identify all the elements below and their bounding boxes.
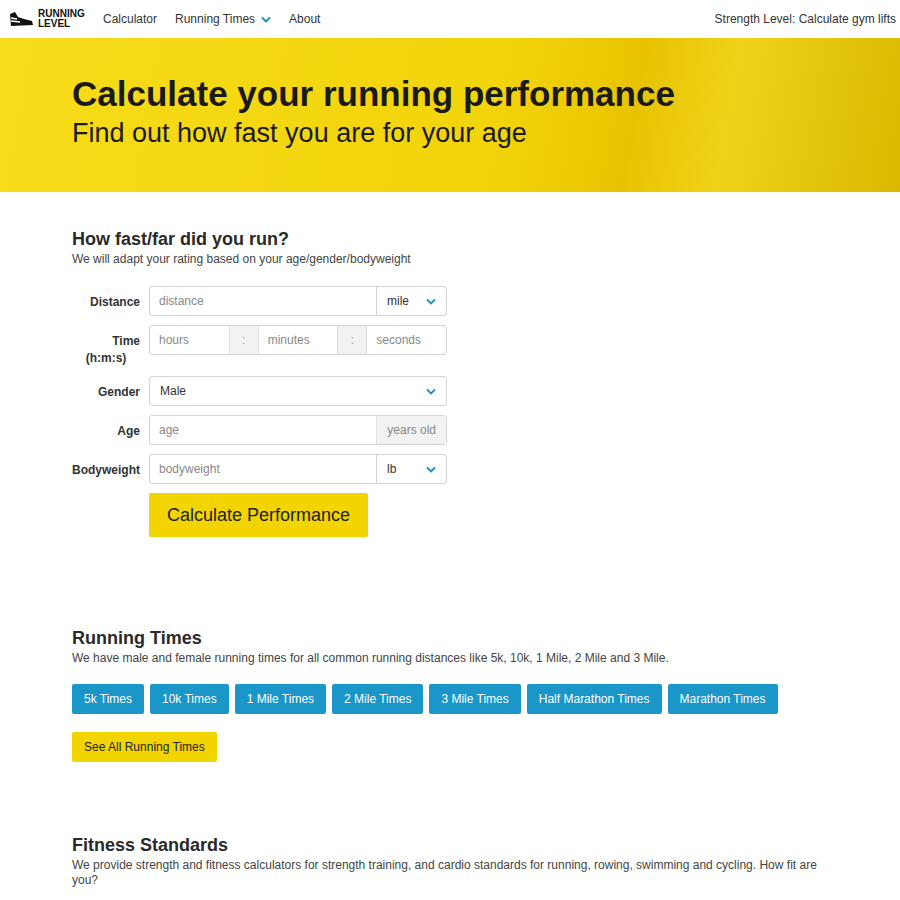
nav-link[interactable]: About [289,12,320,26]
time-input[interactable] [367,326,446,354]
text-input[interactable] [150,287,376,315]
field-label: Bodyweight [72,454,140,479]
fitness-description: We provide strength and fitness calculat… [72,858,828,888]
times-button[interactable]: Half Marathon Times [527,684,662,714]
field-label: Time(h:m:s) [72,325,140,367]
time-input[interactable] [150,326,229,354]
nav-links: Calculator Running Times About [103,12,320,26]
gender-select[interactable]: Male [149,376,447,406]
running-times-description: We have male and female running times fo… [72,651,828,666]
unit-input-group: mile [149,286,447,316]
time-input[interactable] [259,326,338,354]
time-input-group: :: [149,325,447,355]
times-button[interactable]: 2 Mile Times [332,684,423,714]
times-button[interactable]: 10k Times [150,684,229,714]
addon-input-group: years old [149,415,447,445]
text-input[interactable] [150,416,376,444]
logo-line: RUNNING [38,9,85,19]
hero-subtitle: Find out how fast you are for your age [72,116,828,150]
fitness-title: Fitness Standards [72,834,828,856]
times-button[interactable]: 1 Mile Times [235,684,326,714]
calculator: How fast/far did you run? We will adapt y… [72,192,828,537]
chevron-down-icon [426,466,436,473]
hero-banner: Calculate your running performanceFind o… [0,38,900,192]
field-label: Distance [72,286,140,311]
calculate-button[interactable]: Calculate Performance [149,493,368,537]
chevron-down-icon [426,388,436,395]
shoe-icon [8,10,34,28]
field-label: Age [72,415,140,440]
page: RUNNINGLEVEL Calculator Running Times About… [0,0,900,888]
time-separator: : [229,326,259,354]
times-button[interactable]: Marathon Times [668,684,778,714]
calculator-subtitle: We will adapt your rating based on your … [72,252,828,267]
logo[interactable]: RUNNINGLEVEL [8,9,103,29]
field-label: Gender [72,376,140,401]
running-times-title: Running Times [72,627,828,649]
text-input[interactable] [150,455,376,483]
times-button[interactable]: 3 Mile Times [429,684,520,714]
nav-link[interactable]: Running Times [175,12,271,26]
unit-select[interactable]: mile [376,287,446,315]
running-times: Running Times We have male and female run… [72,537,828,762]
strength-level-link[interactable]: Strength Level: Calculate gym lifts [715,12,900,26]
time-separator: : [337,326,367,354]
times-button[interactable]: 5k Times [72,684,144,714]
chevron-down-icon [426,298,436,305]
fitness-standards: Fitness StandardsWe provide strength and… [72,762,828,888]
content: How fast/far did you run? We will adapt y… [0,192,900,888]
calculator-form: DistancemileTime(h:m:s)::GenderMaleAgeye… [72,286,828,537]
input-addon: years old [376,416,446,444]
navbar: RUNNINGLEVEL Calculator Running Times About… [0,0,900,38]
unit-input-group: lb [149,454,447,484]
logo-text: RUNNINGLEVEL [38,9,85,29]
times-buttons: 5k Times10k Times1 Mile Times2 Mile Time… [72,684,828,714]
chevron-down-icon [261,16,271,23]
hero-title: Calculate your running performance [72,74,828,114]
calculator-title: How fast/far did you run? [72,228,828,250]
unit-select[interactable]: lb [376,455,446,483]
logo-line: LEVEL [38,19,85,29]
nav-link[interactable]: Calculator [103,12,157,26]
see-all-button[interactable]: See All Running Times [72,732,217,762]
